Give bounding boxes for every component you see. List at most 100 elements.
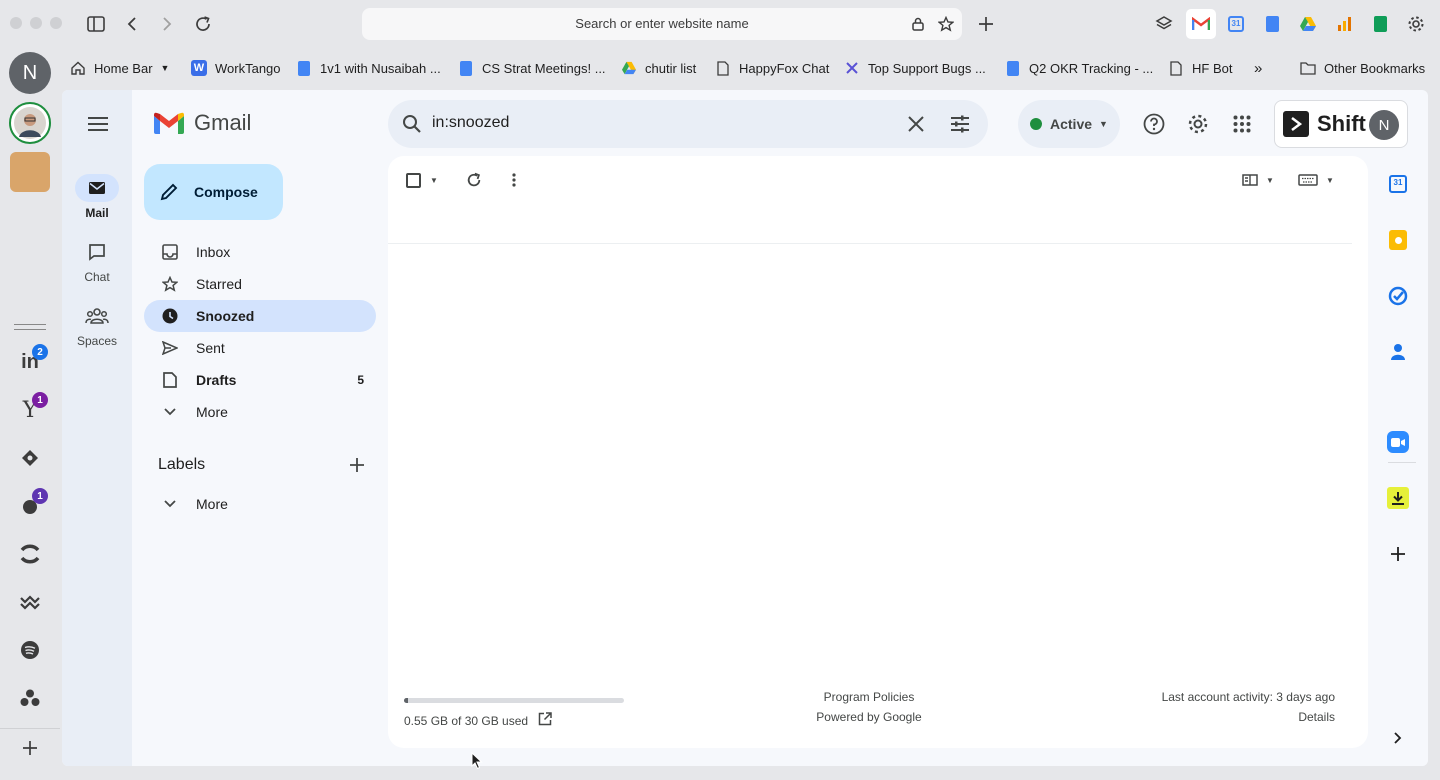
nav-inbox[interactable]: Inbox: [144, 236, 376, 268]
search-input[interactable]: in:snoozed: [432, 114, 509, 132]
cat-account-avatar[interactable]: [10, 152, 50, 192]
main-menu-icon[interactable]: [84, 112, 112, 136]
gear-icon[interactable]: [1403, 11, 1429, 37]
sidebar-toggle-icon[interactable]: [84, 12, 108, 36]
docs-icon: [1005, 60, 1021, 76]
status-button[interactable]: Active ▼: [1018, 100, 1120, 148]
chat-icon: [75, 238, 119, 266]
apps-grid-icon[interactable]: [1230, 112, 1254, 136]
yahoo-badge: 1: [32, 392, 48, 408]
bookmark-cs-strat[interactable]: CS Strat Meetings! ...: [458, 58, 606, 78]
shift-logo-icon: [1283, 111, 1309, 137]
compose-button[interactable]: Compose: [144, 164, 283, 220]
gmail-account-avatar[interactable]: [9, 102, 51, 144]
spotify-icon[interactable]: [18, 638, 42, 662]
nav-snoozed-label: Snoozed: [196, 308, 255, 324]
asana-icon[interactable]: [18, 686, 42, 710]
bookmark-top-support-bugs[interactable]: Top Support Bugs ...: [844, 58, 986, 78]
shift-account-avatar[interactable]: N: [9, 52, 51, 94]
settings-icon[interactable]: [1186, 112, 1210, 136]
diamond-app-icon[interactable]: [18, 446, 42, 470]
bookmark-label: HappyFox Chat: [739, 60, 830, 76]
bookmark-label: Other Bookmarks: [1324, 60, 1426, 76]
nav-more[interactable]: More: [144, 396, 376, 428]
linkedin-badge: 2: [32, 344, 48, 360]
nav-sent[interactable]: Sent: [144, 332, 376, 364]
drive-icon[interactable]: [1295, 11, 1321, 37]
get-addons-icon[interactable]: [1386, 542, 1410, 566]
calendar-icon[interactable]: 31: [1386, 172, 1410, 196]
split-pane-toggle-icon[interactable]: ▼: [1242, 170, 1274, 190]
clock-icon: [162, 308, 178, 324]
address-bar[interactable]: Search or enter website name: [362, 8, 962, 40]
bookmark-happyfox-chat[interactable]: HappyFox Chat: [715, 58, 829, 78]
rail-mail-label: Mail: [85, 206, 109, 220]
bookmark-worktango[interactable]: W WorkTango: [191, 58, 281, 78]
nav-snoozed[interactable]: Snoozed: [144, 300, 376, 332]
help-icon[interactable]: [1142, 112, 1166, 136]
create-label-icon[interactable]: [348, 456, 368, 476]
clear-search-icon[interactable]: [907, 115, 925, 138]
jira-icon: [844, 60, 860, 76]
nav-starred[interactable]: Starred: [144, 268, 376, 300]
sheets-icon[interactable]: [1367, 11, 1393, 37]
details-link[interactable]: Details: [1298, 710, 1335, 724]
keyboard-input-icon[interactable]: ▼: [1298, 170, 1334, 190]
rail-spaces[interactable]: Spaces: [62, 302, 132, 348]
minimize-window-button[interactable]: [30, 17, 42, 29]
docs-icon: [296, 60, 312, 76]
drag-handle-icon[interactable]: [14, 324, 46, 330]
bookmark-home-bar[interactable]: Home Bar ▼: [70, 58, 169, 78]
confluence-icon[interactable]: [18, 542, 42, 566]
shift-account-badge[interactable]: Shift N: [1274, 100, 1408, 148]
nav-starred-label: Starred: [196, 276, 242, 292]
select-all-checkbox[interactable]: ▼: [406, 170, 438, 190]
more-vert-icon[interactable]: [512, 170, 516, 190]
star-bookmark-icon[interactable]: [937, 15, 955, 37]
new-tab-icon[interactable]: [974, 12, 998, 36]
search-options-icon[interactable]: [950, 114, 970, 139]
docs-icon: [458, 60, 474, 76]
reload-icon[interactable]: [191, 12, 215, 36]
keep-icon[interactable]: [1386, 228, 1410, 252]
bookmark-other-bookmarks[interactable]: Other Bookmarks: [1300, 58, 1425, 78]
zoom-window-button[interactable]: [50, 17, 62, 29]
bookmark-q2-okr[interactable]: Q2 OKR Tracking - ...: [1005, 58, 1153, 78]
search-icon[interactable]: [402, 114, 422, 139]
chevron-down-icon: ▼: [1326, 175, 1334, 185]
layers-icon[interactable]: [1151, 11, 1177, 37]
labels-more-label: More: [196, 496, 228, 512]
rail-chat[interactable]: Chat: [62, 238, 132, 284]
close-window-button[interactable]: [10, 17, 22, 29]
nav-sent-label: Sent: [196, 340, 225, 356]
bookmark-chutir-list[interactable]: chutir list: [621, 58, 696, 78]
gmail-app-rail: Mail Chat Spaces: [62, 90, 132, 766]
download-extension-icon[interactable]: [1386, 486, 1410, 510]
page-icon: [715, 60, 731, 76]
more-bookmarks-chevron-icon[interactable]: »: [1254, 58, 1262, 78]
forward-icon[interactable]: [155, 12, 179, 36]
zoom-icon[interactable]: [1386, 430, 1410, 454]
gmail-logo[interactable]: Gmail: [154, 110, 251, 136]
search-bar[interactable]: in:snoozed: [388, 100, 988, 148]
analytics-icon[interactable]: [1331, 11, 1357, 37]
calendar-icon[interactable]: 31: [1223, 11, 1249, 37]
gmail-extension-icon[interactable]: [1186, 9, 1216, 39]
bookmark-hf-bot[interactable]: HF Bot: [1168, 58, 1232, 78]
docs-icon[interactable]: [1259, 11, 1285, 37]
back-icon[interactable]: [120, 12, 144, 36]
expand-panel-chevron-icon[interactable]: [1386, 726, 1410, 750]
labels-more[interactable]: More: [144, 488, 376, 520]
account-avatar[interactable]: N: [1369, 110, 1399, 140]
rail-mail[interactable]: Mail: [62, 174, 132, 220]
tasks-icon[interactable]: [1386, 284, 1410, 308]
drive-icon: [621, 60, 637, 76]
drafts-count: 5: [357, 373, 364, 387]
zendesk-icon[interactable]: [18, 590, 42, 614]
nav-drafts[interactable]: Drafts 5: [144, 364, 376, 396]
bookmark-1v1[interactable]: 1v1 with Nusaibah ...: [296, 58, 441, 78]
bookmark-label: Home Bar: [94, 60, 153, 76]
add-app-icon[interactable]: [18, 736, 42, 760]
contacts-icon[interactable]: [1386, 340, 1410, 364]
refresh-icon[interactable]: [466, 170, 482, 190]
